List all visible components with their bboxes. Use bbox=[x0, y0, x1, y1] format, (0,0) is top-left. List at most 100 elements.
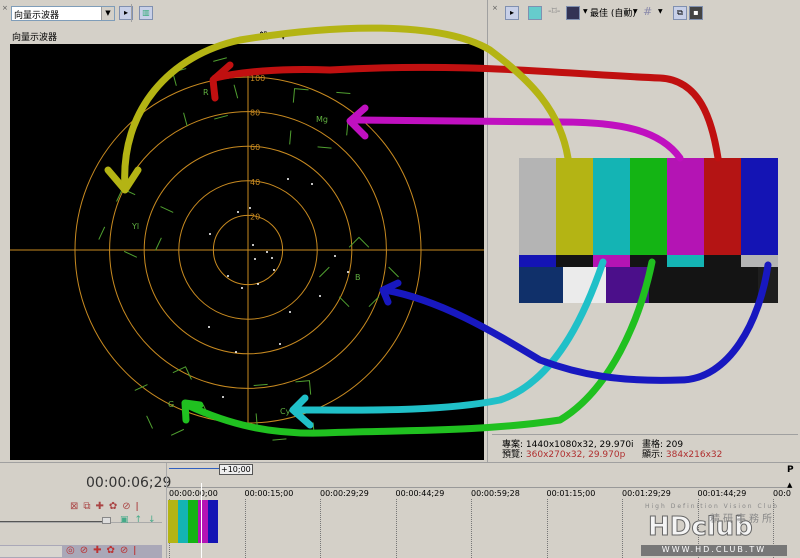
target-label: R bbox=[203, 88, 209, 97]
trace-dot bbox=[289, 311, 291, 313]
ruler-gridline bbox=[395, 499, 397, 558]
external-monitor-button[interactable] bbox=[528, 6, 542, 20]
copy-snapshot-button[interactable]: ⧉ bbox=[673, 6, 687, 20]
ruler-tick-label: 00:00:44;29 bbox=[395, 489, 445, 498]
trace-dot bbox=[347, 271, 349, 273]
track-motion-buttons[interactable]: ▣↑↓ bbox=[120, 515, 162, 525]
display-label: 顯示: bbox=[642, 450, 664, 460]
trace-dot bbox=[266, 251, 268, 253]
ruler-tick-label: 00:00:15;00 bbox=[244, 489, 294, 498]
ruler-tick-label: 00:00:00;00 bbox=[169, 489, 218, 498]
trace-dot bbox=[319, 295, 321, 297]
track-name-field[interactable] bbox=[0, 546, 62, 557]
trace-dot bbox=[249, 207, 251, 209]
loop-region-bar[interactable] bbox=[169, 468, 219, 469]
trace-dot bbox=[227, 275, 229, 277]
ruler-gridline bbox=[244, 499, 246, 558]
trace-dot bbox=[209, 233, 211, 235]
mode-value: 一般 bbox=[250, 32, 269, 42]
scope-type-value: 向量示波器 bbox=[14, 11, 60, 21]
frame-info: 畫格: 209 bbox=[642, 440, 683, 450]
color-bar bbox=[667, 158, 704, 255]
target-label: B bbox=[355, 273, 361, 282]
ruler-gridline bbox=[320, 499, 321, 558]
grid-overlay-button[interactable]: # bbox=[643, 5, 652, 18]
color-bar bbox=[741, 158, 778, 255]
playhead-cursor[interactable] bbox=[201, 483, 202, 558]
opacity-slider[interactable] bbox=[0, 521, 105, 522]
timecode-display: 00:00:06;29 bbox=[86, 475, 172, 491]
close-icon[interactable]: × bbox=[492, 4, 498, 12]
preview-mode-button[interactable] bbox=[566, 6, 580, 20]
chevron-down-icon: ▼ bbox=[101, 7, 114, 20]
chevron-down-icon[interactable]: ▼ bbox=[658, 8, 663, 15]
trace-dot bbox=[252, 244, 254, 246]
update-scope-button[interactable]: ▥ bbox=[139, 6, 153, 20]
scale-label: 80 bbox=[250, 109, 260, 118]
chevron-down-icon: ▼ bbox=[280, 34, 286, 41]
save-snapshot-button[interactable]: ▪ bbox=[689, 6, 703, 20]
chevron-down-icon[interactable]: ▼ bbox=[583, 8, 588, 15]
project-value: 1440x1080x32, 29.970i bbox=[525, 440, 634, 450]
trace-dot bbox=[311, 183, 313, 185]
ruler-tick-label: 00:0 bbox=[773, 489, 791, 498]
close-icon[interactable]: × bbox=[2, 4, 8, 12]
watermark-url: WWW.HD.CLUB.TW bbox=[641, 545, 787, 556]
ruler-gridline bbox=[471, 499, 472, 558]
scale-label: 60 bbox=[250, 143, 260, 152]
target-label: Cy bbox=[280, 407, 291, 416]
divider bbox=[131, 4, 132, 22]
frame-value: 209 bbox=[665, 440, 684, 450]
color-bar bbox=[593, 158, 630, 255]
trace-dot bbox=[287, 178, 289, 180]
ruler-tick-label: 00:01:44;29 bbox=[697, 489, 747, 498]
ruler-tick-label: 00:00:59;28 bbox=[471, 489, 520, 498]
display-value: 384x216x32 bbox=[665, 450, 723, 460]
trace-dot bbox=[208, 326, 210, 328]
ruler-tick-label: 00:01:29;29 bbox=[622, 489, 671, 498]
trace-dot bbox=[279, 343, 281, 345]
target-label: Mg bbox=[316, 115, 328, 124]
ruler-tick-label: 00:00:29;29 bbox=[320, 489, 369, 498]
audio-track-buttons[interactable]: ◎⊘✚✿⊘ǀ bbox=[66, 545, 141, 556]
scope-type-select[interactable]: 向量示波器 ▼ bbox=[11, 6, 115, 21]
video-clip-color-bars[interactable] bbox=[168, 500, 218, 543]
mode-select[interactable]: 一般 ▼ bbox=[250, 29, 286, 42]
vectorscope-panel: × 向量示波器 ▼ ▸ ▥ 向量示波器 一般 ▼ 20 40 60 80 100 R Mg Yl… bbox=[0, 0, 488, 462]
preview-value: 360x270x32, 29.970p bbox=[525, 450, 626, 460]
scale-label: 20 bbox=[250, 212, 260, 221]
trace-dot bbox=[271, 257, 273, 259]
timeline-area[interactable]: +10;00 00:00:00;00 00:00:15;00 00:00:29;29… bbox=[166, 463, 791, 558]
trace-dot bbox=[273, 269, 275, 271]
vectorscope-display: 20 40 60 80 100 R Mg Yl B G Cy bbox=[10, 44, 484, 460]
display-info: 顯示: 384x216x32 bbox=[642, 450, 722, 460]
ruler-gridline bbox=[546, 499, 548, 558]
frame-label: 畫格: bbox=[642, 440, 664, 450]
track-buttons[interactable]: ⊠⧉✚✿⊘ǀ bbox=[70, 501, 144, 512]
trace-dot bbox=[257, 283, 259, 285]
vectorscope-graph: 20 40 60 80 100 R Mg Yl B G Cy bbox=[10, 57, 484, 442]
scale-label: 100 bbox=[250, 74, 265, 83]
target-label: G bbox=[168, 400, 174, 409]
ruler-gridline bbox=[622, 499, 623, 558]
panel-title: 向量示波器 bbox=[12, 33, 58, 43]
trace-dot bbox=[334, 255, 336, 257]
chevron-down-icon[interactable]: ▼ bbox=[633, 8, 638, 15]
preview-settings-button[interactable]: ▸ bbox=[505, 6, 519, 20]
timeline: 00:00:06;29 ⊠⧉✚✿⊘ǀ ▣↑↓ ◎⊘✚✿⊘ǀ +10;00 00:… bbox=[0, 462, 800, 558]
preview-info: 預覽: 360x270x32, 29.970p bbox=[502, 450, 625, 460]
trace-dot bbox=[222, 396, 224, 398]
preview-quality-select[interactable]: 最佳 (自動) bbox=[590, 6, 636, 19]
scale-label: 40 bbox=[250, 178, 260, 187]
trace-dot bbox=[237, 211, 239, 213]
marker-icon[interactable]: P bbox=[787, 465, 794, 475]
project-label: 專案: bbox=[502, 440, 524, 450]
split-screen-icon[interactable]: -⌑- bbox=[548, 6, 560, 17]
slider-thumb[interactable] bbox=[102, 517, 111, 524]
scroll-up-button[interactable]: ▲ bbox=[787, 481, 792, 489]
color-bar bbox=[630, 158, 667, 255]
watermark-cn: 精研事務所 bbox=[710, 514, 775, 525]
color-bar bbox=[556, 158, 593, 255]
video-preview-panel: × ▸ -⌑- ▼ 最佳 (自動) ▼ # ▼ ⧉ ▪ 專案: 1440x108… bbox=[490, 0, 800, 462]
trace-dot bbox=[235, 351, 237, 353]
